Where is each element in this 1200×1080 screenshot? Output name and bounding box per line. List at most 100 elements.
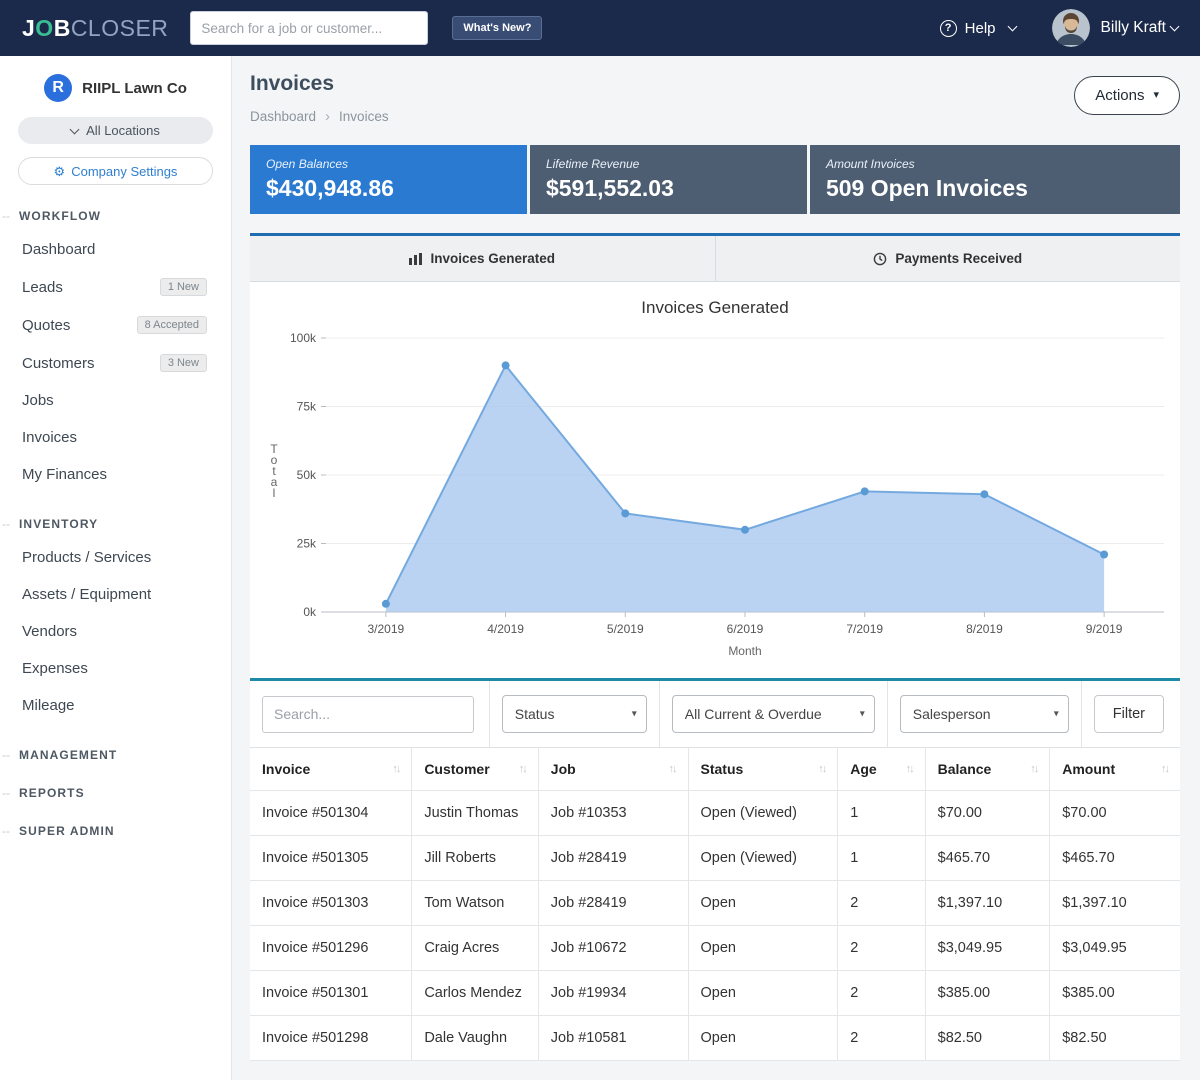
company-name: RIIPL Lawn Co (82, 80, 187, 97)
company-settings-button[interactable]: ⚙ Company Settings (18, 157, 213, 185)
column-label: Job (551, 761, 576, 777)
invoice-link[interactable]: Invoice #501305 (250, 836, 412, 881)
filter-button[interactable]: Filter (1094, 695, 1164, 733)
chart-title: Invoices Generated (250, 298, 1180, 318)
table-header-row: Invoice↑↓Customer↑↓Job↑↓Status↑↓Age↑↓Bal… (250, 748, 1180, 791)
column-header-amount[interactable]: Amount↑↓ (1050, 748, 1180, 791)
column-header-balance[interactable]: Balance↑↓ (925, 748, 1050, 791)
sidebar-item-quotes[interactable]: Quotes8 Accepted (0, 306, 231, 344)
svg-text:25k: 25k (297, 537, 317, 551)
filter-status-cell: Status ▾ (490, 681, 660, 747)
column-label: Age (850, 761, 876, 777)
user-avatar[interactable] (1052, 9, 1090, 47)
status-select[interactable]: Status ▾ (502, 695, 647, 733)
sort-icon: ↑↓ (1030, 763, 1037, 775)
question-circle-icon: ? (940, 20, 957, 37)
sidebar-item-invoices[interactable]: Invoices (0, 419, 231, 456)
column-header-customer[interactable]: Customer↑↓ (412, 748, 538, 791)
user-menu[interactable]: Billy Kraft (1101, 19, 1178, 37)
column-header-status[interactable]: Status↑↓ (688, 748, 838, 791)
stat-label: Amount Invoices (826, 157, 1164, 171)
table-row: Invoice #501304Justin ThomasJob #10353Op… (250, 791, 1180, 836)
invoice-link[interactable]: Invoice #501303 (250, 881, 412, 926)
amount-cell: $82.50 (1050, 1016, 1180, 1061)
top-navbar: JOBCLOSER What's New? ? Help Billy Kraft (0, 0, 1200, 56)
sidebar-item-my-finances[interactable]: My Finances (0, 456, 231, 493)
svg-text:7/2019: 7/2019 (846, 622, 883, 636)
app-root: JOBCLOSER What's New? ? Help Billy Kraft (0, 0, 1200, 1080)
status-badge: 3 New (160, 354, 207, 372)
page-header: Invoices Dashboard › Invoices Actions ▾ (250, 72, 1180, 125)
sidebar-item-expenses[interactable]: Expenses (0, 650, 231, 687)
sidebar-section-reports[interactable]: --REPORTS (0, 786, 231, 800)
stat-value: $591,552.03 (546, 175, 791, 202)
tab-invoices-generated[interactable]: Invoices Generated (250, 236, 715, 281)
sidebar-item-assets-equipment[interactable]: Assets / Equipment (0, 576, 231, 613)
column-label: Amount (1062, 761, 1115, 777)
job-link[interactable]: Job #10353 (538, 791, 688, 836)
sidebar-section-inventory[interactable]: --INVENTORY (0, 517, 231, 531)
tab-label: Payments Received (895, 251, 1022, 266)
sidebar-section-management[interactable]: --MANAGEMENT (0, 748, 231, 762)
age-cell: 1 (838, 791, 925, 836)
breadcrumb-dashboard[interactable]: Dashboard (250, 109, 316, 124)
stat-value: $430,948.86 (266, 175, 511, 202)
table-row: Invoice #501296Craig AcresJob #10672Open… (250, 926, 1180, 971)
chevron-down-icon (1170, 21, 1180, 31)
column-header-invoice[interactable]: Invoice↑↓ (250, 748, 412, 791)
status-badge: 8 Accepted (137, 316, 207, 334)
job-link[interactable]: Job #28419 (538, 881, 688, 926)
table-search-input[interactable] (262, 696, 474, 733)
actions-button[interactable]: Actions ▾ (1074, 76, 1180, 115)
job-link[interactable]: Job #19934 (538, 971, 688, 1016)
sidebar-item-jobs[interactable]: Jobs (0, 382, 231, 419)
actions-label: Actions (1095, 87, 1144, 104)
customer-link[interactable]: Carlos Mendez (412, 971, 538, 1016)
caret-down-icon: ▾ (1054, 709, 1059, 720)
customer-link[interactable]: Tom Watson (412, 881, 538, 926)
customer-link[interactable]: Craig Acres (412, 926, 538, 971)
help-menu[interactable]: ? Help (940, 20, 1016, 37)
sidebar-item-dashboard[interactable]: Dashboard (0, 231, 231, 268)
gear-icon: ⚙ (54, 165, 66, 178)
invoice-link[interactable]: Invoice #501296 (250, 926, 412, 971)
sidebar-item-vendors[interactable]: Vendors (0, 613, 231, 650)
logo-accent: O (35, 15, 53, 41)
stat-card-open-balances: Open Balances$430,948.86 (250, 145, 527, 214)
status-cell: Open (688, 1016, 838, 1061)
invoice-link[interactable]: Invoice #501301 (250, 971, 412, 1016)
sidebar-item-mileage[interactable]: Mileage (0, 687, 231, 724)
column-header-job[interactable]: Job↑↓ (538, 748, 688, 791)
global-search-input[interactable] (190, 11, 428, 45)
sidebar-section-super-admin[interactable]: --SUPER ADMIN (0, 824, 231, 838)
table-row: Invoice #501298Dale VaughnJob #10581Open… (250, 1016, 1180, 1061)
age-cell: 2 (838, 926, 925, 971)
amount-cell: $385.00 (1050, 971, 1180, 1016)
column-header-age[interactable]: Age↑↓ (838, 748, 925, 791)
sidebar-item-label: Products / Services (22, 549, 151, 566)
job-link[interactable]: Job #28419 (538, 836, 688, 881)
sidebar-item-customers[interactable]: Customers3 New (0, 344, 231, 382)
tab-payments-received[interactable]: Payments Received (715, 236, 1181, 281)
svg-text:6/2019: 6/2019 (727, 622, 764, 636)
stat-value: 509 Open Invoices (826, 175, 1164, 202)
customer-link[interactable]: Dale Vaughn (412, 1016, 538, 1061)
current-overdue-select[interactable]: All Current & Overdue ▾ (672, 695, 875, 733)
sidebar-section-workflow[interactable]: --WORKFLOW (0, 209, 231, 223)
salesperson-select[interactable]: Salesperson ▾ (900, 695, 1069, 733)
locations-dropdown[interactable]: All Locations (18, 117, 213, 144)
sidebar-item-products-services[interactable]: Products / Services (0, 539, 231, 576)
app-logo[interactable]: JOBCLOSER (22, 15, 168, 42)
customer-link[interactable]: Jill Roberts (412, 836, 538, 881)
customer-link[interactable]: Justin Thomas (412, 791, 538, 836)
sidebar-item-label: Dashboard (22, 241, 95, 258)
invoice-link[interactable]: Invoice #501304 (250, 791, 412, 836)
breadcrumb-invoices: Invoices (339, 109, 389, 124)
job-link[interactable]: Job #10672 (538, 926, 688, 971)
age-cell: 2 (838, 971, 925, 1016)
invoice-link[interactable]: Invoice #501298 (250, 1016, 412, 1061)
whats-new-button[interactable]: What's New? (452, 16, 542, 40)
sidebar-item-leads[interactable]: Leads1 New (0, 268, 231, 306)
job-link[interactable]: Job #10581 (538, 1016, 688, 1061)
page-title: Invoices (250, 72, 389, 96)
